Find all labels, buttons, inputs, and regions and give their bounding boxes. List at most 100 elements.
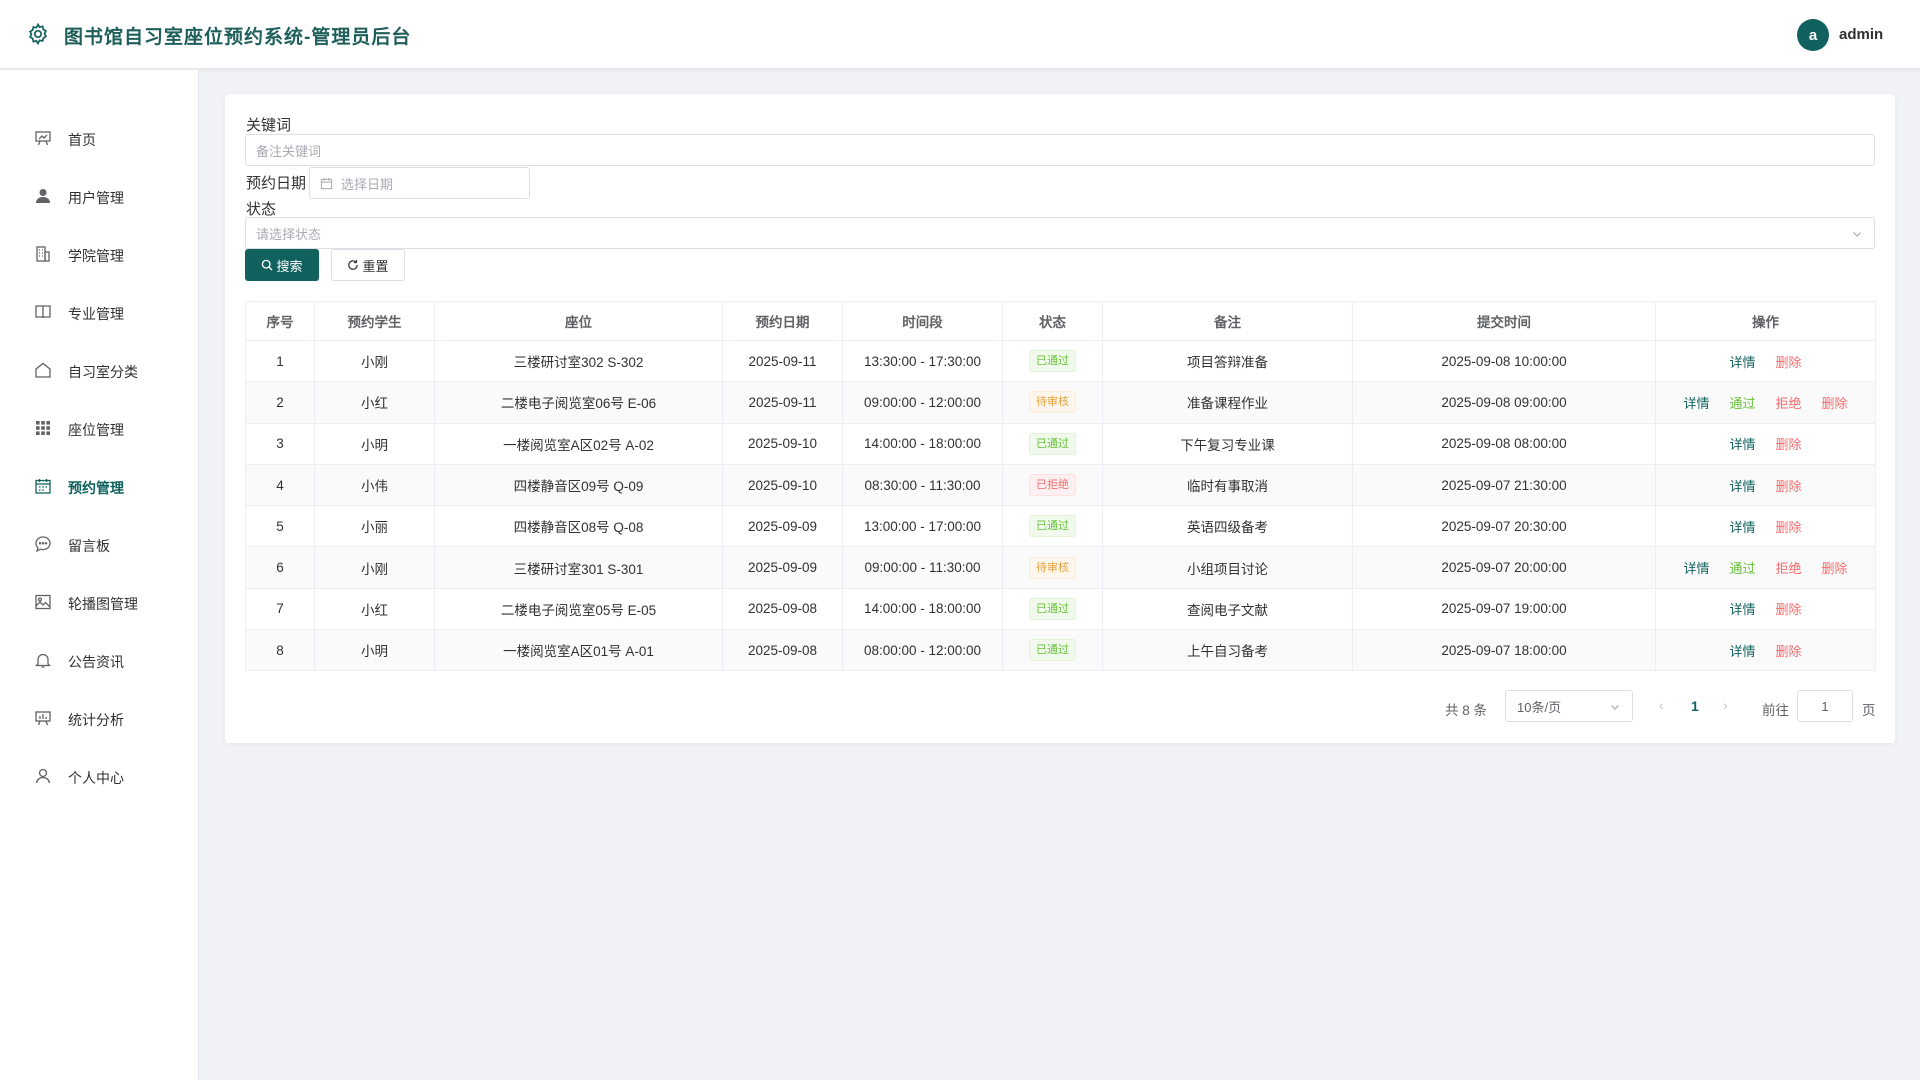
reset-button[interactable]: 重置 [331, 249, 405, 281]
stats-icon [35, 711, 51, 726]
page-size-select[interactable]: 10条/页 [1505, 690, 1633, 722]
pagination-total: 共 8 条 [1445, 703, 1488, 718]
note: 查阅电子文献 [1102, 587, 1353, 631]
goto-page-input[interactable]: 1 [1797, 690, 1853, 722]
sidebar-item-users[interactable]: 用户管理 [0, 174, 199, 218]
reservation-date: 2025-09-10 [722, 422, 843, 465]
goto-label: 前往 [1762, 703, 1789, 718]
submitted-time: 2025-09-07 19:00:00 [1352, 587, 1656, 631]
seat-name: 四楼静音区08号 Q-08 [434, 505, 723, 548]
page-suffix: 页 [1862, 703, 1876, 718]
prev-page-button[interactable]: ‹ [1659, 697, 1664, 713]
table-row: 3 小明 一楼阅览室A区02号 A-02 2025-09-10 14:00:00 - 1… [245, 422, 1876, 465]
column-header: 提交时间 [1352, 301, 1656, 341]
status-label: 状态 [246, 201, 277, 218]
sidebar-item-label: 首页 [68, 132, 96, 148]
date-picker[interactable]: 选择日期 [309, 167, 530, 199]
sidebar-item-label: 自习室分类 [68, 364, 138, 380]
detail-link[interactable]: 详情 [1729, 352, 1755, 371]
detail-link[interactable]: 详情 [1683, 393, 1709, 412]
page-number-1[interactable]: 1 [1691, 698, 1699, 714]
status-cell: 已通过 [1002, 339, 1103, 383]
delete-link[interactable]: 删除 [1776, 517, 1802, 536]
table-row: 5 小丽 四楼静音区08号 Q-08 2025-09-09 13:00:00 - 17:… [245, 505, 1876, 548]
status-placeholder: 请选择状态 [256, 226, 322, 242]
status-cell: 待审核 [1002, 381, 1103, 424]
status-cell: 待审核 [1002, 546, 1103, 589]
delete-link[interactable]: 删除 [1822, 558, 1848, 577]
reservations-table: 序号 预约学生 座位 预约日期 时间段 状态 备注 提交时间 操作 1 小刚 三楼研… [245, 301, 1876, 672]
keyword-label: 关键词 [246, 117, 292, 134]
submitted-time: 2025-09-08 10:00:00 [1352, 339, 1656, 383]
delete-link[interactable]: 删除 [1822, 393, 1848, 412]
sidebar-item-label: 预约管理 [68, 480, 124, 496]
username[interactable]: admin [1839, 26, 1883, 43]
chevron-down-icon [1611, 705, 1619, 710]
sidebar-item-reservations[interactable]: 预约管理 [0, 464, 199, 508]
time-slot: 14:00:00 - 18:00:00 [842, 587, 1003, 631]
seat-name: 二楼电子阅览室05号 E-05 [434, 587, 723, 631]
actions-cell: 详情 删除 [1655, 629, 1876, 672]
sidebar-item-room-categories[interactable]: 自习室分类 [0, 348, 199, 392]
approve-link[interactable]: 通过 [1729, 558, 1755, 577]
column-header: 序号 [245, 301, 315, 341]
sidebar-item-home[interactable]: 首页 [0, 116, 199, 160]
table-row: 2 小红 二楼电子阅览室06号 E-06 2025-09-11 09:00:00 - 1… [245, 381, 1876, 424]
sidebar-item-label: 留言板 [68, 538, 110, 554]
next-page-button[interactable]: › [1723, 697, 1728, 713]
delete-link[interactable]: 删除 [1776, 599, 1802, 618]
detail-link[interactable]: 详情 [1729, 434, 1755, 453]
actions-cell: 详情 删除 [1655, 339, 1876, 383]
submitted-time: 2025-09-07 18:00:00 [1352, 629, 1656, 672]
column-header: 操作 [1655, 301, 1876, 341]
sidebar-item-profile[interactable]: 个人中心 [0, 754, 199, 798]
detail-link[interactable]: 详情 [1729, 476, 1755, 495]
approve-link[interactable]: 通过 [1729, 393, 1755, 412]
page-size-value: 10条/页 [1517, 699, 1562, 715]
home-icon [35, 362, 51, 378]
reject-link[interactable]: 拒绝 [1776, 393, 1802, 412]
delete-link[interactable]: 删除 [1776, 434, 1802, 453]
status-cell: 已拒绝 [1002, 463, 1103, 507]
delete-link[interactable]: 删除 [1776, 352, 1802, 371]
sidebar-item-message-board[interactable]: 留言板 [0, 522, 199, 566]
sidebar-item-colleges[interactable]: 学院管理 [0, 232, 199, 276]
sidebar-item-label: 个人中心 [68, 770, 124, 786]
detail-link[interactable]: 详情 [1729, 517, 1755, 536]
sidebar: 首页 用户管理 学院管理 专业管理 自习室分类 座位管理 预约管理 留言板 轮播… [0, 70, 199, 1080]
seat-name: 二楼电子阅览室06号 E-06 [434, 381, 723, 424]
calendar-icon [320, 177, 333, 189]
search-button[interactable]: 搜索 [245, 249, 319, 281]
actions-cell: 详情 通过 拒绝 删除 [1655, 381, 1876, 424]
app-title: 图书馆自习室座位预约系统-管理员后台 [64, 27, 412, 48]
keyword-input[interactable]: 备注关键词 [245, 134, 1875, 166]
detail-link[interactable]: 详情 [1683, 558, 1709, 577]
status-cell: 已通过 [1002, 587, 1103, 631]
status-cell: 已通过 [1002, 629, 1103, 672]
row-index: 4 [245, 463, 315, 507]
person-icon [35, 768, 51, 784]
sidebar-item-announcements[interactable]: 公告资讯 [0, 638, 199, 682]
time-slot: 09:00:00 - 12:00:00 [842, 381, 1003, 424]
status-select[interactable]: 请选择状态 [245, 217, 1875, 249]
sidebar-item-majors[interactable]: 专业管理 [0, 290, 199, 334]
sidebar-item-carousel[interactable]: 轮播图管理 [0, 580, 199, 624]
delete-link[interactable]: 删除 [1776, 476, 1802, 495]
calendar-icon [35, 479, 51, 494]
detail-link[interactable]: 详情 [1729, 641, 1755, 660]
note: 英语四级备考 [1102, 505, 1353, 548]
column-header: 时间段 [842, 301, 1003, 341]
actions-cell: 详情 删除 [1655, 505, 1876, 548]
sidebar-item-seats[interactable]: 座位管理 [0, 406, 199, 450]
detail-link[interactable]: 详情 [1729, 599, 1755, 618]
row-index: 7 [245, 587, 315, 631]
note: 小组项目讨论 [1102, 546, 1353, 589]
delete-link[interactable]: 删除 [1776, 641, 1802, 660]
note: 临时有事取消 [1102, 463, 1353, 507]
reject-link[interactable]: 拒绝 [1776, 558, 1802, 577]
submitted-time: 2025-09-07 21:30:00 [1352, 463, 1656, 507]
sidebar-item-statistics[interactable]: 统计分析 [0, 696, 199, 740]
avatar[interactable]: a [1797, 19, 1829, 51]
reservation-date: 2025-09-09 [722, 505, 843, 548]
gear-icon [28, 22, 48, 46]
